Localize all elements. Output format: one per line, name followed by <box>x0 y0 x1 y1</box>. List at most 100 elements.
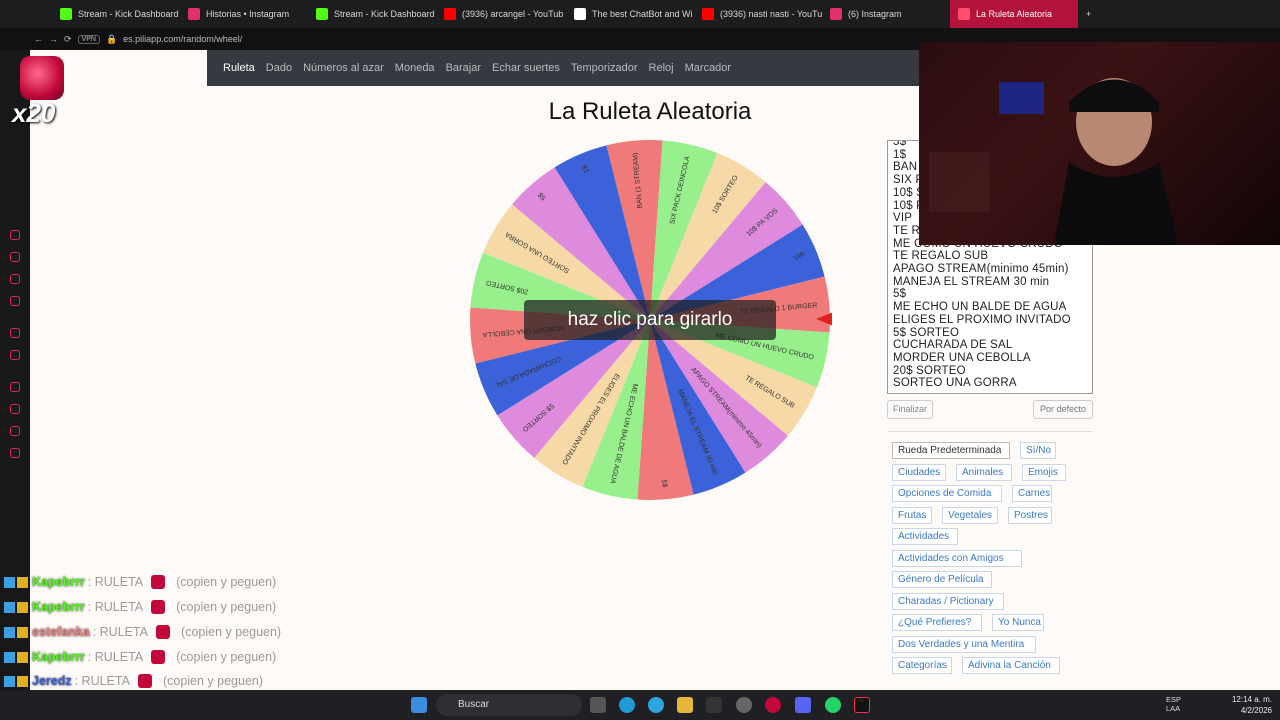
back-icon[interactable]: ← <box>34 34 43 44</box>
tab-favicon-icon <box>444 8 456 20</box>
opera-icon[interactable] <box>765 697 781 713</box>
url-text[interactable]: es.piliapp.com/random/wheel/ <box>123 34 242 44</box>
preset-button[interactable]: Rueda Predeterminada <box>892 442 1010 459</box>
option-line: APAGO STREAM(minimo 45min) <box>893 263 1069 276</box>
site-navbar: Ruleta Dado Números al azar Moneda Barajar Ec… <box>207 50 967 86</box>
taskbar-search-label: Buscar <box>458 699 490 710</box>
sidebar-app-icon[interactable] <box>10 230 20 240</box>
preset-button[interactable]: Género de Película <box>892 571 992 588</box>
emote-icon <box>151 575 166 589</box>
browser-tab[interactable]: The best ChatBot and Wi <box>566 0 694 28</box>
emote-icon <box>137 674 152 688</box>
nav-link[interactable]: Números al azar <box>303 62 384 74</box>
preset-button[interactable]: Vegetales <box>942 506 998 524</box>
nav-link[interactable]: Marcador <box>685 62 731 74</box>
preset-button[interactable]: Sí/No <box>1020 442 1056 459</box>
system-tray-language[interactable]: ESP LAA <box>1166 695 1181 713</box>
chat-text: : RULETA <box>92 625 149 639</box>
nav-link[interactable]: Reloj <box>649 62 674 74</box>
tab-favicon-icon <box>188 8 200 20</box>
chat-username: Jeredz <box>32 674 72 688</box>
taskbar-search[interactable]: Buscar <box>436 694 582 716</box>
browser-tab[interactable]: (3936) arcangel - YouTub <box>436 0 566 28</box>
tab-label: Historias • Instagram <box>206 9 290 19</box>
telegram-icon[interactable] <box>648 697 664 713</box>
preset-button[interactable]: Frutas <box>892 506 932 524</box>
browser-tab[interactable]: Historias • Instagram <box>180 0 308 28</box>
preset-button[interactable]: Categorías <box>892 657 952 674</box>
chat-message: Kapebrrr: RULETA (copien y peguen) <box>4 572 276 592</box>
taskbar-clock[interactable]: 12:14 a. m. 4/2/2026 <box>1224 694 1272 716</box>
default-button[interactable]: Por defecto <box>1033 400 1093 419</box>
forward-icon[interactable]: → <box>49 34 58 44</box>
sidebar-app-icon[interactable] <box>10 296 20 306</box>
nav-link[interactable]: Barajar <box>446 62 481 74</box>
preset-button[interactable]: Emojis <box>1022 463 1066 481</box>
tab-label: La Ruleta Aleatoria <box>976 9 1053 19</box>
nav-link[interactable]: Ruleta <box>223 62 255 74</box>
whatsapp-icon[interactable] <box>825 697 841 713</box>
chat-text-tail: (copien y peguen) <box>176 600 277 614</box>
browser-tab-bar: Stream - Kick Dashboard Historias • Insta… <box>0 0 1280 28</box>
discord-icon[interactable] <box>795 697 811 713</box>
preset-button[interactable]: Ciudades <box>892 463 946 481</box>
tab-favicon-icon <box>60 8 72 20</box>
browser-tab[interactable]: La Ruleta Aleatoria <box>950 0 1078 28</box>
preset-button[interactable]: Dos Verdades y una Mentira <box>892 635 1036 653</box>
option-line: 5$ SORTEO <box>893 326 960 339</box>
sidebar-app-icon[interactable] <box>10 426 20 436</box>
browser-tab[interactable]: (3936) nasti nasti - YouTu <box>694 0 822 28</box>
webcam-overlay <box>919 42 1280 245</box>
preset-button[interactable]: Postres <box>1008 506 1052 524</box>
sidebar-app-icon[interactable] <box>10 404 20 414</box>
new-tab-button[interactable]: + <box>1078 0 1099 28</box>
capcut-icon[interactable] <box>706 697 722 713</box>
tab-favicon-icon <box>574 8 586 20</box>
sidebar-app-icon[interactable] <box>10 328 20 338</box>
settings-icon[interactable] <box>736 697 752 713</box>
option-line: ELIGES EL PROXIMO INVITADO <box>893 313 1071 326</box>
browser-tab[interactable]: (6) Instagram <box>822 0 950 28</box>
preset-button[interactable]: Opciones de Comida <box>892 485 1002 502</box>
chat-username: estefanka <box>32 625 90 639</box>
option-line: 5$ <box>893 288 907 301</box>
chat-text: : RULETA <box>87 600 144 614</box>
tab-label: (3936) arcangel - YouTub <box>462 9 564 19</box>
folder-icon[interactable] <box>677 697 693 713</box>
sidebar-app-icon[interactable] <box>10 382 20 392</box>
preset-button[interactable]: Charadas / Pictionary <box>892 592 1004 610</box>
chat-username: Kapebrrr <box>32 575 85 589</box>
task-view-icon[interactable] <box>590 697 606 713</box>
reload-icon[interactable]: ⟳ <box>64 34 72 45</box>
preset-button[interactable]: Adivina la Canción <box>962 657 1060 674</box>
sidebar-app-icon[interactable] <box>10 252 20 262</box>
finalize-button[interactable]: Finalizar <box>887 400 933 419</box>
browser-sidebar <box>0 50 30 690</box>
preset-button[interactable]: ¿Qué Prefieres? <box>892 614 982 631</box>
browser-tab[interactable]: Stream - Kick Dashboard <box>52 0 180 28</box>
browser-tab[interactable]: Stream - Kick Dashboard <box>308 0 436 28</box>
badge-icon <box>4 601 15 613</box>
windows-start-icon[interactable] <box>411 697 427 713</box>
edge-icon[interactable] <box>619 697 635 713</box>
spin-hint[interactable]: haz clic para girarlo <box>524 300 776 340</box>
nav-link[interactable]: Temporizador <box>571 62 638 74</box>
preset-button[interactable]: Animales <box>956 463 1012 481</box>
sidebar-app-icon[interactable] <box>10 448 20 458</box>
streamer-silhouette <box>929 78 1179 245</box>
nav-link[interactable]: Dado <box>266 62 292 74</box>
nav-link[interactable]: Echar suertes <box>492 62 560 74</box>
tray-region: LAA <box>1166 704 1181 713</box>
preset-button[interactable]: Actividades <box>892 528 958 545</box>
preset-button[interactable]: Yo Nunca <box>992 614 1044 631</box>
multiplier-badge: x20 <box>10 52 70 128</box>
chat-username: Kapebrrr <box>32 650 85 664</box>
tiktok-icon[interactable] <box>854 697 870 713</box>
nav-link[interactable]: Moneda <box>395 62 435 74</box>
sidebar-app-icon[interactable] <box>10 274 20 284</box>
preset-button[interactable]: Carnes <box>1012 485 1052 502</box>
sidebar-app-icon[interactable] <box>10 350 20 360</box>
chat-text: : RULETA <box>87 650 144 664</box>
vpn-badge[interactable]: VPN <box>77 34 100 44</box>
preset-button[interactable]: Actividades con Amigos <box>892 549 1022 567</box>
